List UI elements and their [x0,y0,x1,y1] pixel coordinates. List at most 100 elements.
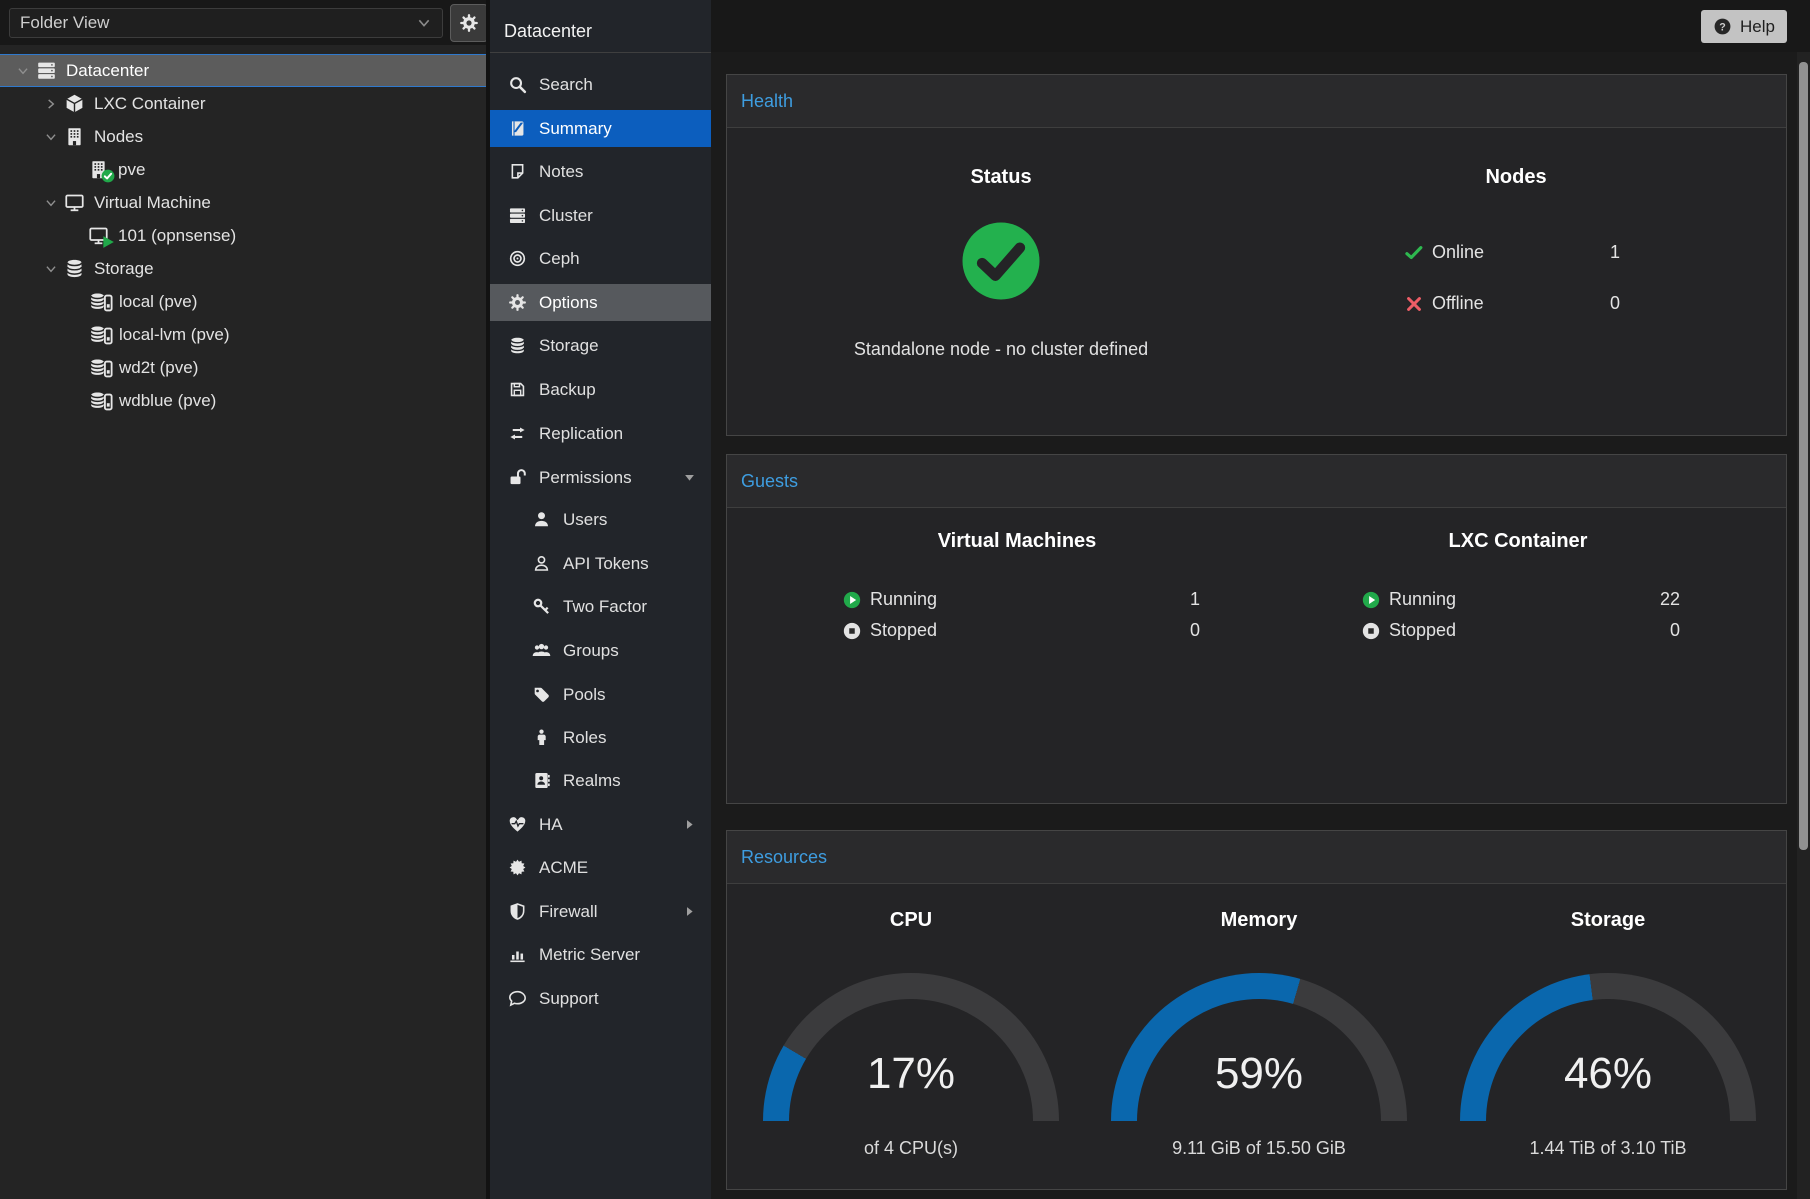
caret-right-icon [682,904,697,919]
storage-gauge-subtext: 1.44 TiB of 3.10 TiB [1408,1138,1808,1159]
tree-settings-button[interactable] [450,4,488,42]
online-label: Online [1432,242,1484,263]
expander-right-icon[interactable] [42,97,60,111]
offline-count: 0 [1560,293,1620,314]
menu-item-label: Groups [563,641,619,661]
offline-label: Offline [1432,293,1484,314]
tree-item-virtual-machine[interactable]: Virtual Machine [0,186,486,219]
tree-item-label: local-lvm (pve) [119,325,230,345]
tree-item-lxc-container[interactable]: LXC Container [0,87,486,120]
menu-item-search[interactable]: Search [490,66,711,103]
menu-item-label: Roles [563,728,606,748]
expander-down-icon[interactable] [42,262,60,276]
memory-gauge: 59% [1111,973,1407,1122]
menu-item-cluster[interactable]: Cluster [490,197,711,234]
guests-panel-header: Guests [727,455,1786,508]
health-panel: Health [726,74,1787,436]
datacenter-icon [36,60,57,81]
expander-down-icon[interactable] [14,64,32,78]
question-circle-icon [1713,17,1732,36]
ceph-icon [508,249,527,268]
menu-item-permissions[interactable]: Permissions [490,459,711,496]
tree-item-storage[interactable]: Storage [0,252,486,285]
menu-item-label: Metric Server [539,945,640,965]
help-button[interactable]: Help [1701,10,1787,43]
menu-item-summary[interactable]: Summary [490,110,711,147]
tree-item-storage-wdblue[interactable]: wdblue (pve) [0,384,486,417]
status-ok-check-circle-icon [959,219,1043,303]
view-selector[interactable]: Folder View [9,8,443,38]
shield-icon [508,902,527,921]
menu-item-pools[interactable]: Pools [490,676,711,713]
offline-cross-icon [1404,294,1424,314]
monitor-icon [64,192,85,213]
menu-item-acme[interactable]: ACME [490,849,711,886]
menu-item-users[interactable]: Users [490,501,711,538]
tree-item-storage-local-lvm[interactable]: local-lvm (pve) [0,318,486,351]
menu-item-backup[interactable]: Backup [490,371,711,408]
storage-heading: Storage [1458,909,1758,932]
comment-icon [508,989,527,1008]
users-group-icon [532,641,551,660]
menu-item-label: Options [539,293,598,313]
container-cube-icon [64,93,85,114]
tree-item-vm-101[interactable]: 101 (opnsense) [0,219,486,252]
menu-item-replication[interactable]: Replication [490,415,711,452]
sync-arrows-icon [508,424,527,443]
tree-item-label: Storage [94,259,154,279]
user-outline-icon [532,554,551,573]
tree-item-pve[interactable]: pve [0,153,486,186]
menu-item-label: Pools [563,685,606,705]
key-icon [532,597,551,616]
caret-right-icon [682,817,697,832]
tree-item-datacenter[interactable]: Datacenter [0,54,486,87]
menu-item-label: Search [539,75,593,95]
help-button-label: Help [1740,17,1775,37]
status-heading: Status [801,166,1201,189]
building-icon [64,126,85,147]
running-play-circle-icon [1361,590,1381,610]
vm-running-count: 1 [1140,589,1200,610]
running-play-circle-icon [842,590,862,610]
lxc-running-label: Running [1389,589,1456,610]
tree-item-label: Nodes [94,127,143,147]
menu-item-storage[interactable]: Storage [490,327,711,364]
menu-item-label: Storage [539,336,599,356]
storage-drive-icon [88,290,113,313]
book-icon [508,119,527,138]
person-icon [532,728,551,747]
lxc-stopped-label: Stopped [1389,620,1456,641]
menu-item-groups[interactable]: Groups [490,632,711,669]
menu-item-notes[interactable]: Notes [490,153,711,190]
vm-stopped-label: Stopped [870,620,937,641]
menu-item-label: Support [539,989,599,1009]
menu-item-metric-server[interactable]: Metric Server [490,936,711,973]
menu-item-ceph[interactable]: Ceph [490,240,711,277]
menu-item-label: Two Factor [563,597,647,617]
health-panel-header: Health [727,75,1786,128]
vertical-scrollbar-thumb[interactable] [1799,62,1808,850]
menu-item-label: Realms [563,771,621,791]
expander-down-icon[interactable] [42,130,60,144]
cpu-gauge: 17% [763,973,1059,1122]
menu-item-label: Summary [539,119,612,139]
menu-item-api-tokens[interactable]: API Tokens [490,545,711,582]
tree-item-storage-wd2t[interactable]: wd2t (pve) [0,351,486,384]
tree-item-label: 101 (opnsense) [118,226,236,246]
tree-item-storage-local[interactable]: local (pve) [0,285,486,318]
cluster-status-text: Standalone node - no cluster defined [801,339,1201,360]
menu-item-label: ACME [539,858,588,878]
database-icon [508,336,527,355]
menu-item-options[interactable]: Options [490,284,711,321]
menu-item-ha[interactable]: HA [490,806,711,843]
tree-item-nodes[interactable]: Nodes [0,120,486,153]
menu-item-two-factor[interactable]: Two Factor [490,588,711,625]
menu-item-label: Cluster [539,206,593,226]
menu-item-firewall[interactable]: Firewall [490,893,711,930]
menu-divider [490,52,711,53]
expander-down-icon[interactable] [42,196,60,210]
resources-panel-header: Resources [727,831,1786,884]
menu-item-realms[interactable]: Realms [490,762,711,799]
menu-item-support[interactable]: Support [490,980,711,1017]
menu-item-roles[interactable]: Roles [490,719,711,756]
